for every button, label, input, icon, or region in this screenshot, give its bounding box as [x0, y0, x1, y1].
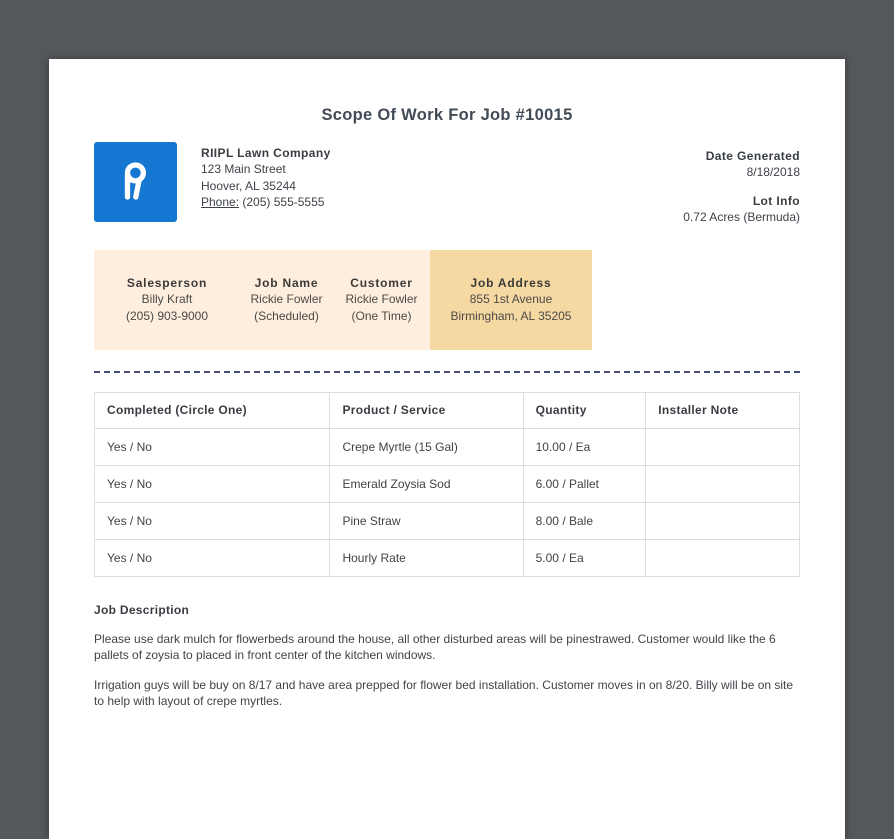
job-name-cell: Job Name Rickie Fowler (Scheduled)	[240, 249, 333, 350]
customer-cell: Customer Rickie Fowler (One Time)	[333, 249, 430, 350]
job-address-cell: Job Address 855 1st Avenue Birmingham, A…	[430, 249, 592, 350]
company-phone: Phone: (205) 555-5555	[201, 194, 331, 210]
installer-note-cell	[645, 501, 800, 540]
completed-cell: Yes / No	[93, 538, 331, 577]
table-row: Yes / No Pine Straw 8.00 / Bale	[93, 501, 800, 540]
quantity-cell: 5.00 / Ea	[522, 538, 647, 577]
lot-info-label: Lot Info	[752, 193, 800, 208]
job-description-paragraph-2: Irrigation guys will be buy on 8/17 and …	[94, 678, 794, 709]
work-items-table: Completed (Circle One) Product / Service…	[93, 391, 800, 577]
completed-cell: Yes / No	[93, 464, 331, 503]
header-product-service: Product / Service	[329, 391, 524, 429]
header-quantity: Quantity	[522, 391, 647, 429]
date-generated-value: 8/18/2018	[746, 165, 800, 180]
company-address-line1: 123 Main Street	[201, 162, 286, 177]
job-name-status: (Scheduled)	[254, 308, 319, 323]
customer-type: (One Time)	[351, 308, 412, 323]
document-page: Scope Of Work For Job #10015 RIIPL Lawn …	[49, 59, 845, 839]
quantity-cell: 6.00 / Pallet	[522, 464, 647, 503]
job-name-value: Rickie Fowler	[250, 292, 323, 307]
table-row: Yes / No Hourly Rate 5.00 / Ea	[93, 538, 800, 577]
company-name: RIIPL Lawn Company	[201, 146, 331, 160]
job-description-heading: Job Description	[94, 602, 190, 617]
installer-note-cell	[645, 538, 800, 577]
phone-label: Phone:	[201, 195, 240, 210]
product-cell: Pine Straw	[329, 501, 524, 540]
salesperson-cell: Salesperson Billy Kraft (205) 903-9000	[94, 249, 240, 350]
lot-info-value: 0.72 Acres (Bermuda)	[683, 210, 800, 225]
job-description-paragraph-1: Please use dark mulch for flowerbeds aro…	[94, 631, 776, 662]
product-cell: Emerald Zoysia Sod	[329, 464, 524, 503]
salesperson-label: Salesperson	[126, 275, 208, 290]
customer-label: Customer	[350, 275, 413, 290]
installer-note-cell	[645, 427, 800, 466]
salesperson-name: Billy Kraft	[141, 292, 193, 307]
product-cell: Hourly Rate	[329, 538, 524, 577]
company-logo	[94, 142, 177, 222]
product-cell: Crepe Myrtle (15 Gal)	[329, 427, 524, 466]
completed-cell: Yes / No	[93, 501, 331, 540]
completed-cell: Yes / No	[93, 427, 331, 466]
table-row: Yes / No Emerald Zoysia Sod 6.00 / Palle…	[93, 464, 800, 503]
document-header: RIIPL Lawn Company 123 Main Street Hoove…	[94, 142, 800, 226]
quantity-cell: 8.00 / Bale	[522, 501, 647, 540]
company-info: RIIPL Lawn Company 123 Main Street Hoove…	[201, 142, 331, 226]
phone-number: (205) 555-5555	[242, 195, 325, 210]
page-title: Scope Of Work For Job #10015	[321, 106, 573, 124]
date-generated-label: Date Generated	[705, 149, 800, 163]
header-installer-note: Installer Note	[645, 391, 800, 429]
job-info-band: Salesperson Billy Kraft (205) 903-9000 J…	[94, 249, 592, 350]
header-completed: Completed (Circle One)	[93, 391, 331, 429]
installer-note-cell	[645, 464, 800, 503]
document-meta: Date Generated 8/18/2018 Lot Info 0.72 A…	[683, 142, 800, 226]
table-header-row: Completed (Circle One) Product / Service…	[93, 391, 800, 429]
riipl-r-logo-icon	[119, 158, 153, 207]
job-name-label: Job Name	[254, 275, 319, 290]
quantity-cell: 10.00 / Ea	[522, 427, 647, 466]
job-address-street: 855 1st Avenue	[469, 292, 553, 307]
company-address-line2: Hoover, AL 35244	[201, 178, 296, 193]
dotted-divider	[94, 370, 800, 373]
table-row: Yes / No Crepe Myrtle (15 Gal) 10.00 / E…	[93, 427, 800, 466]
job-address-label: Job Address	[470, 275, 552, 290]
customer-name: Rickie Fowler	[345, 292, 418, 307]
job-address-city: Birmingham, AL 35205	[450, 308, 572, 323]
salesperson-phone: (205) 903-9000	[125, 308, 209, 323]
